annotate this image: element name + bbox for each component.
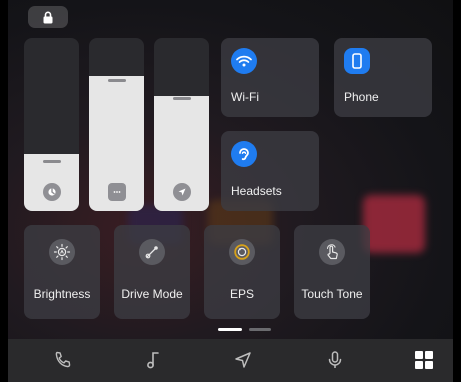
message-icon — [107, 183, 126, 201]
wifi-label: Wi-Fi — [231, 90, 259, 104]
page-indicator-active[interactable] — [218, 328, 242, 331]
headsets-tile[interactable]: Headsets — [221, 131, 319, 211]
brightness-button[interactable]: Brightness — [24, 225, 100, 319]
microphone-icon[interactable] — [322, 347, 348, 373]
page-indicator[interactable] — [249, 328, 271, 331]
eps-button[interactable]: EPS — [204, 225, 280, 319]
touch-tone-label: Touch Tone — [301, 287, 363, 301]
navigation-volume-slider[interactable] — [154, 38, 209, 211]
touch-tone-button[interactable]: Touch Tone — [294, 225, 370, 319]
navigation-icon[interactable] — [230, 347, 256, 373]
apps-grid-icon[interactable] — [411, 347, 437, 373]
phone-call-icon[interactable] — [50, 347, 76, 373]
eps-icon — [229, 239, 255, 265]
slider-handle[interactable] — [172, 97, 191, 100]
drive-mode-label: Drive Mode — [121, 287, 183, 301]
dock — [8, 339, 453, 382]
drive-mode-icon — [139, 239, 165, 265]
volume-icon — [42, 183, 61, 201]
lock-button[interactable] — [28, 6, 68, 28]
brightness-icon — [49, 239, 75, 265]
eps-label: EPS — [229, 287, 254, 301]
brightness-label: Brightness — [33, 287, 91, 301]
volume-slider[interactable] — [24, 38, 79, 211]
touch-tone-icon — [319, 239, 345, 265]
control-center: Wi-Fi Phone Headsets Brightness Drive Mo… — [8, 0, 453, 382]
drive-mode-button[interactable]: Drive Mode — [114, 225, 190, 319]
slider-handle[interactable] — [107, 79, 126, 82]
headset-icon — [231, 141, 257, 167]
lock-icon — [43, 11, 53, 23]
music-icon[interactable] — [140, 347, 166, 373]
navigation-icon — [172, 183, 191, 201]
phone-label: Phone — [344, 90, 379, 104]
wifi-tile[interactable]: Wi-Fi — [221, 38, 319, 117]
headsets-label: Headsets — [231, 184, 282, 198]
background-blur — [363, 195, 425, 253]
phone-tile[interactable]: Phone — [334, 38, 432, 117]
message-slider[interactable] — [89, 38, 144, 211]
wifi-icon — [231, 48, 257, 74]
phone-icon — [344, 48, 370, 74]
slider-handle[interactable] — [42, 160, 61, 163]
